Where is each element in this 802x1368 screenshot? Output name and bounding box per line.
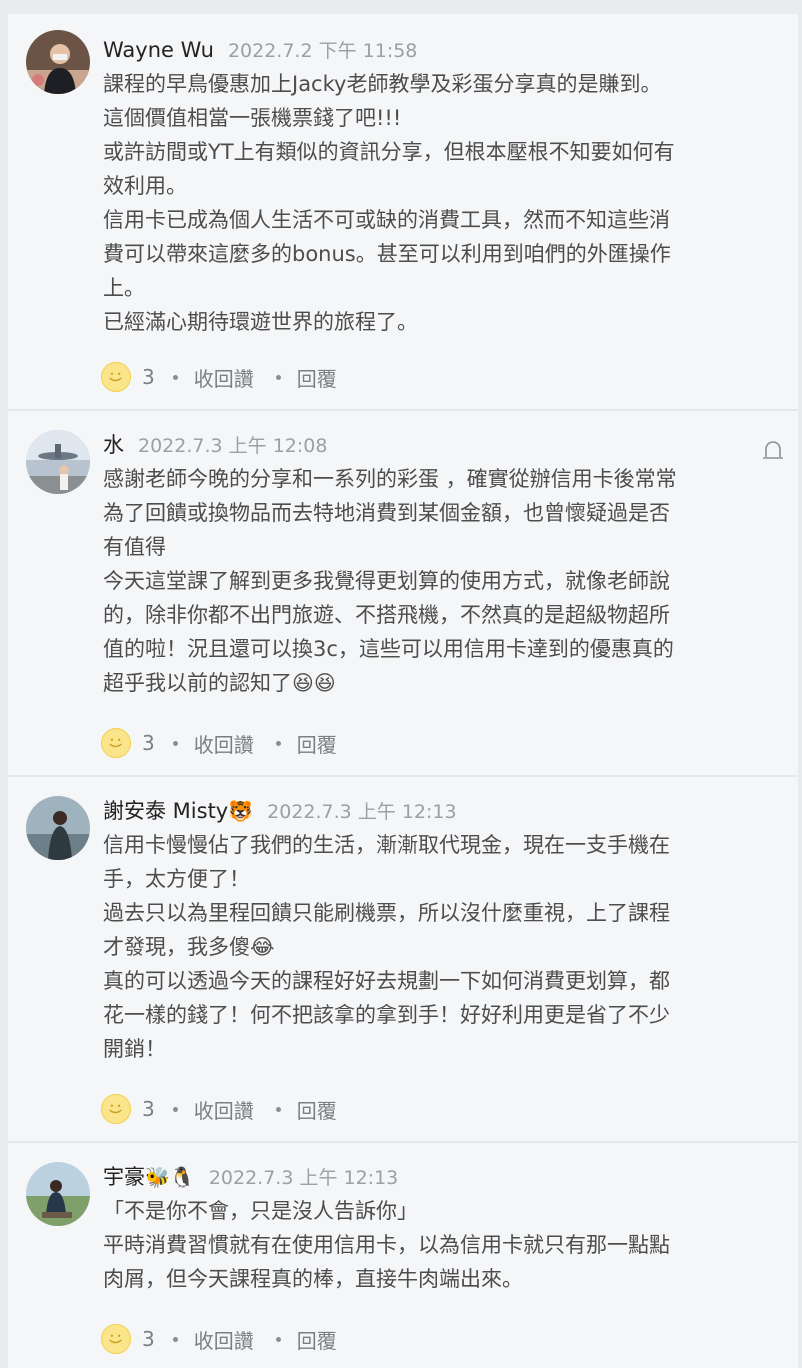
comment-line: 信用卡慢慢佔了我們的生活，漸漸取代現金，現在一支手機在 xyxy=(103,833,670,857)
separator-dot xyxy=(172,1106,178,1112)
separator-dot xyxy=(172,1336,178,1342)
reaction-count: 3 xyxy=(142,1097,155,1121)
reply-button[interactable]: 回覆 xyxy=(297,363,337,392)
comment-actions: 3 收回讚 回覆 xyxy=(101,360,359,394)
report-bell-icon[interactable] xyxy=(760,437,786,463)
separator-dot xyxy=(172,374,178,380)
separator-dot xyxy=(172,740,178,746)
comment-line: 有值得 xyxy=(103,535,166,559)
comment-line: 開銷！ xyxy=(103,1037,166,1061)
reply-button[interactable]: 回覆 xyxy=(297,729,337,758)
comment-line: 真的可以透過今天的課程好好去規劃一下如何消費更划算，都 xyxy=(103,969,670,993)
comment-actions: 3 收回讚 回覆 xyxy=(101,1322,359,1356)
timestamp: 2022.7.2 下午 11:58 xyxy=(227,40,418,62)
author-name[interactable]: 宇豪 xyxy=(103,1165,145,1189)
comment-feed: Wayne Wu 2022.7.2 下午 11:58 課程的早鳥優惠加上Jacky… xyxy=(8,14,798,1368)
unlike-button[interactable]: 收回讚 xyxy=(194,1325,254,1354)
comment-line: 肉屑，但今天課程真的棒，直接牛肉端出來。 xyxy=(103,1267,523,1291)
avatar[interactable] xyxy=(26,30,90,94)
comment-item: Wayne Wu 2022.7.2 下午 11:58 課程的早鳥優惠加上Jacky… xyxy=(8,14,798,411)
comment-body: 課程的早鳥優惠加上Jacky老師教學及彩蛋分享真的是賺到。 這個價值相當一張機票… xyxy=(103,67,773,339)
avatar[interactable] xyxy=(26,796,90,860)
reply-button[interactable]: 回覆 xyxy=(297,1095,337,1124)
comment-item: 水 2022.7.3 上午 12:08 感謝老師今晚的分享和一系列的彩蛋 ，確實從… xyxy=(8,409,798,777)
avatar[interactable] xyxy=(26,1162,90,1226)
timestamp: 2022.7.3 上午 12:13 xyxy=(267,801,457,823)
comment-line: 效利用。 xyxy=(103,174,187,198)
comment-line: 花一樣的錢了！何不把該拿的拿到手！好好利用更是省了不少 xyxy=(103,1003,670,1027)
smiley-face-icon[interactable] xyxy=(101,1094,131,1124)
comment-line: 值的啦！況且還可以換3c，這些可以用信用卡達到的優惠真的 xyxy=(103,637,674,661)
smiley-face-icon[interactable] xyxy=(101,1324,131,1354)
comment-line: 這個價值相當一張機票錢了吧!!! xyxy=(103,106,402,130)
comment-line: 平時消費習慣就有在使用信用卡，以為信用卡就只有那一點點 xyxy=(103,1233,670,1257)
comment-line: 已經滿心期待環遊世界的旅程了。 xyxy=(103,310,418,334)
author-emoji: 🐯 xyxy=(228,799,254,823)
comment-actions: 3 收回讚 回覆 xyxy=(101,726,359,760)
comment-line: 超乎我以前的認知了😆😆 xyxy=(103,671,336,695)
comment-line: 的，除非你都不出門旅遊、不搭飛機，不然真的是超級物超所 xyxy=(103,603,670,627)
comment-line: 今天這堂課了解到更多我覺得更划算的使用方式，就像老師說 xyxy=(103,569,670,593)
smiley-face-icon[interactable] xyxy=(101,728,131,758)
comment-line: 上。 xyxy=(103,276,145,300)
unlike-button[interactable]: 收回讚 xyxy=(194,729,254,758)
reply-button[interactable]: 回覆 xyxy=(297,1325,337,1354)
separator-dot xyxy=(275,374,281,380)
comment-line: 手，太方便了！ xyxy=(103,867,250,891)
comment-item: 謝安泰 Misty🐯 2022.7.3 上午 12:13 信用卡慢慢佔了我們的生活… xyxy=(8,775,798,1143)
reaction-count: 3 xyxy=(142,731,155,755)
separator-dot xyxy=(275,1336,281,1342)
unlike-button[interactable]: 收回讚 xyxy=(194,363,254,392)
comment-actions: 3 收回讚 回覆 xyxy=(101,1092,359,1126)
comment-line: 「不是你不會，只是沒人告訴你」 xyxy=(103,1199,418,1223)
avatar[interactable] xyxy=(26,430,90,494)
reaction-count: 3 xyxy=(142,365,155,389)
comment-body: 感謝老師今晚的分享和一系列的彩蛋 ，確實從辦信用卡後常常 為了回饋或換物品而去特… xyxy=(103,462,773,700)
separator-dot xyxy=(275,1106,281,1112)
comment-line: 費可以帶來這麼多的bonus。甚至可以利用到咱們的外匯操作 xyxy=(103,242,671,266)
comment-line: 課程的早鳥優惠加上Jacky老師教學及彩蛋分享真的是賺到。 xyxy=(103,72,662,96)
separator-dot xyxy=(275,740,281,746)
unlike-button[interactable]: 收回讚 xyxy=(194,1095,254,1124)
comment-line: 才發現，我多傻😂 xyxy=(103,935,275,959)
author-emoji: 🐝🐧 xyxy=(145,1165,195,1189)
author-name[interactable]: 謝安泰 Misty xyxy=(103,799,228,823)
comment-item: 宇豪🐝🐧 2022.7.3 上午 12:13 「不是你不會，只是沒人告訴你」 平時… xyxy=(8,1141,798,1368)
timestamp: 2022.7.3 上午 12:13 xyxy=(208,1167,399,1189)
comment-line: 過去只以為里程回饋只能刷機票，所以沒什麼重視，上了課程 xyxy=(103,901,670,925)
comment-body: 信用卡慢慢佔了我們的生活，漸漸取代現金，現在一支手機在 手，太方便了！ 過去只以… xyxy=(103,828,773,1066)
author-name[interactable]: 水 xyxy=(103,433,124,457)
comment-line: 為了回饋或換物品而去特地消費到某個金額，也曾懷疑過是否 xyxy=(103,501,670,525)
comment-line: 信用卡已成為個人生活不可或缺的消費工具，然而不知這些消 xyxy=(103,208,670,232)
comment-body: 「不是你不會，只是沒人告訴你」 平時消費習慣就有在使用信用卡，以為信用卡就只有那… xyxy=(103,1194,773,1296)
comment-line: 或許訪間或YT上有類似的資訊分享，但根本壓根不知要如何有 xyxy=(103,140,675,164)
reaction-count: 3 xyxy=(142,1327,155,1351)
comment-line: 感謝老師今晚的分享和一系列的彩蛋 ，確實從辦信用卡後常常 xyxy=(103,467,677,491)
smiley-face-icon[interactable] xyxy=(101,362,131,392)
timestamp: 2022.7.3 上午 12:08 xyxy=(138,435,328,457)
author-name[interactable]: Wayne Wu xyxy=(103,38,214,62)
